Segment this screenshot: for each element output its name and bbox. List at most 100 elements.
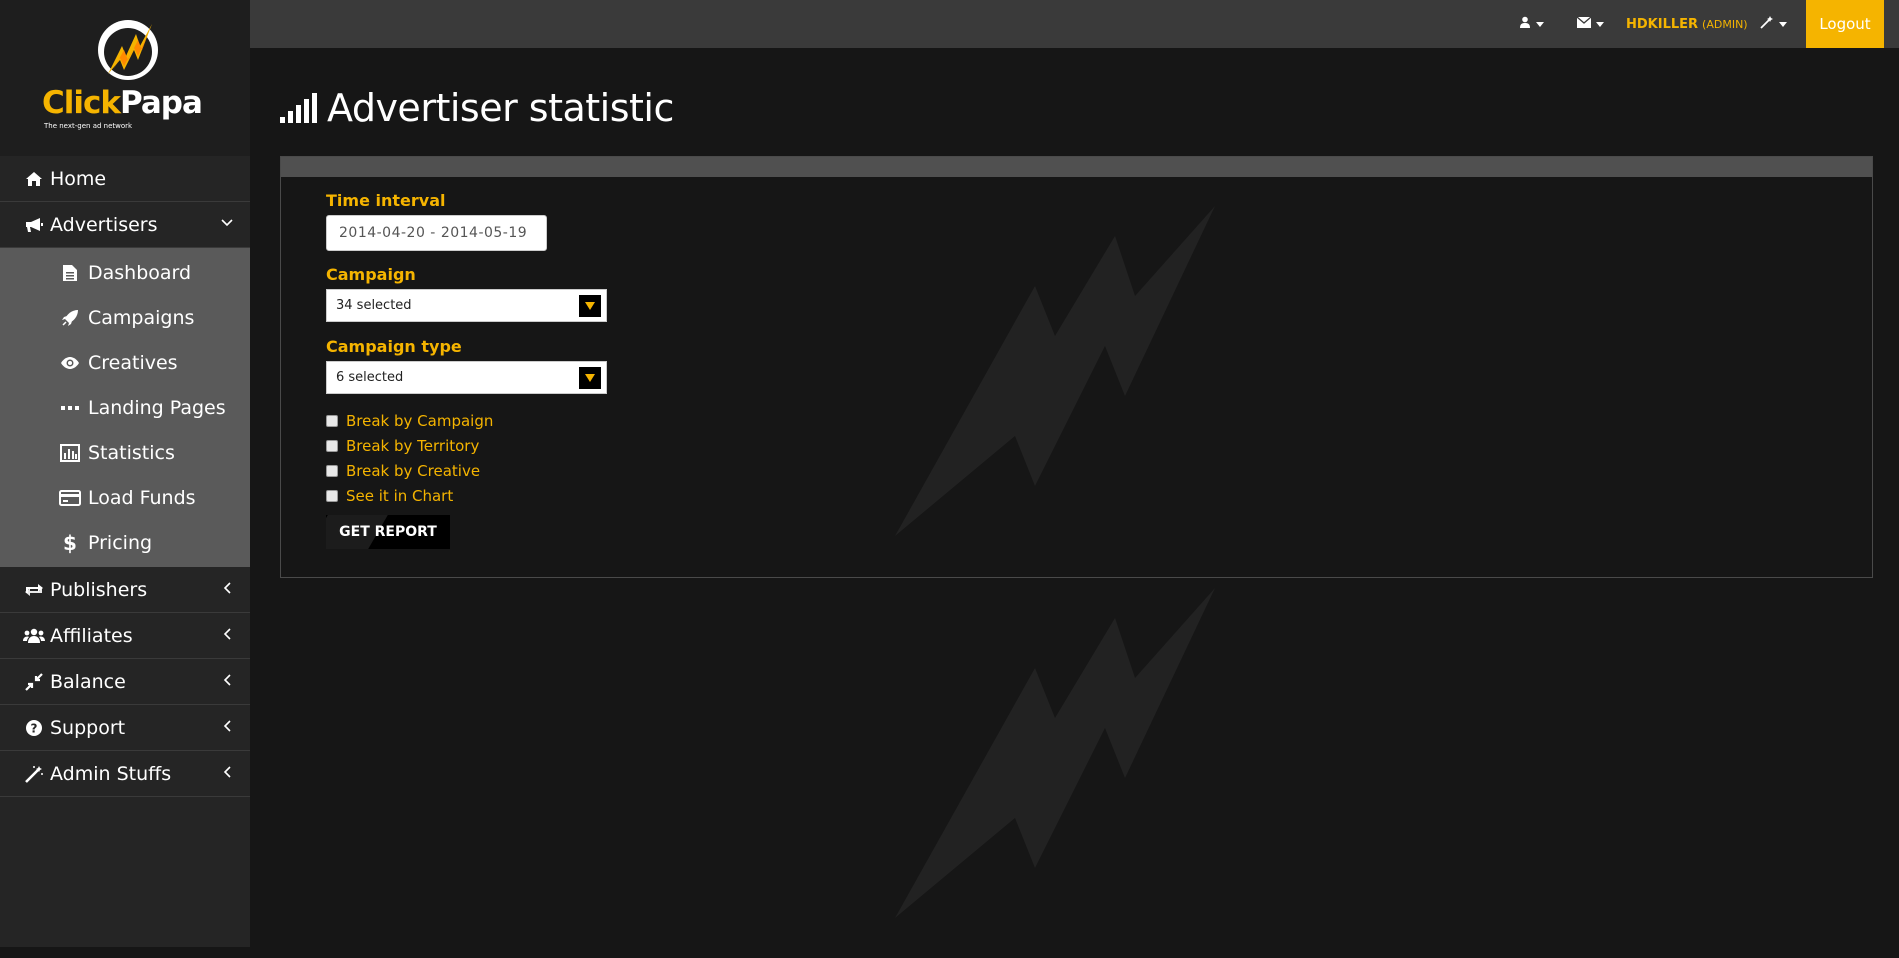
break-by-campaign-checkbox[interactable]: Break by Campaign [326, 412, 493, 430]
logo-tagline: The next-gen ad network [44, 122, 133, 130]
sidebar-nav: Home Advertisers Dashboard Campaigns Cre… [0, 156, 250, 797]
checkbox-input[interactable] [326, 490, 338, 502]
logo[interactable]: ClickPapa The next-gen ad network [0, 0, 250, 156]
compress-icon [22, 672, 46, 692]
chevron-left-icon [220, 627, 234, 641]
user-icon [1519, 16, 1531, 32]
envelope-icon [1576, 16, 1592, 32]
main-content: Advertiser statistic Time interval Campa… [250, 48, 1899, 947]
magic-wand-icon [22, 764, 46, 784]
sidebar-item-label: Statistics [88, 441, 175, 464]
sidebar-item-label: Home [50, 167, 107, 190]
watermark-logo-icon [895, 588, 1215, 918]
rocket-icon [58, 308, 82, 328]
sidebar-item-campaigns[interactable]: Campaigns [0, 295, 250, 340]
sidebar-item-advertisers[interactable]: Advertisers [0, 202, 250, 248]
checkbox-label: Break by Campaign [346, 412, 494, 430]
sidebar-item-label: Balance [50, 670, 126, 693]
campaign-multiselect[interactable]: 34 selected [326, 289, 607, 322]
exchange-icon [22, 580, 46, 600]
sidebar-item-label: Dashboard [88, 261, 192, 284]
top-navbar: HDKILLER (ADMIN) Logout [250, 0, 1899, 48]
svg-text:?: ? [31, 721, 38, 735]
credit-card-icon [58, 488, 82, 508]
user-menu-dropdown[interactable] [1519, 0, 1544, 48]
chevron-left-icon [220, 765, 234, 779]
page-title: Advertiser statistic [327, 86, 674, 130]
campaign-type-select-value: 6 selected [336, 370, 404, 385]
checkbox-label: Break by Creative [346, 462, 481, 480]
admin-tools-dropdown[interactable] [1760, 0, 1787, 48]
logo-wordmark: ClickPapa [42, 85, 203, 121]
caret-down-icon [1536, 21, 1544, 27]
checkbox-input[interactable] [326, 465, 338, 477]
chevron-left-icon [220, 719, 234, 733]
see-in-chart-checkbox[interactable]: See it in Chart [326, 487, 453, 505]
sidebar-item-dashboard[interactable]: Dashboard [0, 250, 250, 295]
report-filter-panel: Time interval Campaign 34 selected Campa… [280, 156, 1873, 578]
sidebar-item-label: Campaigns [88, 306, 195, 329]
campaign-type-label: Campaign type [326, 337, 462, 356]
caret-down-icon [1596, 21, 1604, 27]
caret-down-icon [1779, 21, 1787, 27]
logout-button[interactable]: Logout [1806, 0, 1884, 48]
break-by-territory-checkbox[interactable]: Break by Territory [326, 437, 479, 455]
chevron-down-icon [220, 216, 234, 230]
ellipsis-icon [58, 398, 82, 418]
advertisers-submenu: Dashboard Campaigns Creatives Landing Pa… [0, 248, 250, 567]
checkbox-input[interactable] [326, 440, 338, 452]
sidebar-item-pricing[interactable]: $ Pricing [0, 520, 250, 565]
question-icon: ? [22, 718, 46, 738]
sidebar-item-label: Landing Pages [88, 396, 226, 419]
logo-emblem-icon [98, 20, 158, 80]
sidebar-item-label: Advertisers [50, 213, 158, 236]
messages-dropdown[interactable] [1576, 0, 1604, 48]
user-role: (ADMIN) [1702, 17, 1748, 31]
sidebar-item-label: Load Funds [88, 486, 196, 509]
sidebar-item-publishers[interactable]: Publishers [0, 567, 250, 613]
sidebar: ClickPapa The next-gen ad network Home A… [0, 0, 250, 947]
dropdown-arrow-icon [579, 295, 601, 317]
sidebar-item-affiliates[interactable]: Affiliates [0, 613, 250, 659]
sidebar-item-label: Affiliates [50, 624, 133, 647]
sidebar-item-creatives[interactable]: Creatives [0, 340, 250, 385]
user-name: HDKILLER [1626, 16, 1699, 32]
dollar-icon: $ [63, 530, 77, 555]
user-name-display[interactable]: HDKILLER (ADMIN) [1626, 0, 1748, 48]
sidebar-item-load-funds[interactable]: Load Funds [0, 475, 250, 520]
checkbox-input[interactable] [326, 415, 338, 427]
time-interval-label: Time interval [326, 191, 446, 210]
sidebar-item-label: Publishers [50, 578, 148, 601]
chevron-left-icon [220, 581, 234, 595]
dropdown-arrow-icon [579, 367, 601, 389]
page-header: Advertiser statistic [280, 86, 674, 130]
panel-header-bar [281, 157, 1872, 177]
campaign-type-multiselect[interactable]: 6 selected [326, 361, 607, 394]
magic-wand-icon [1760, 15, 1774, 33]
users-icon [22, 626, 46, 646]
chevron-left-icon [220, 673, 234, 687]
sidebar-item-label: Pricing [88, 531, 153, 554]
get-report-button[interactable]: GET REPORT [326, 515, 450, 549]
checkbox-label: Break by Territory [346, 437, 480, 455]
sidebar-item-support[interactable]: ? Support [0, 705, 250, 751]
bar-chart-icon [58, 443, 82, 463]
time-interval-input[interactable] [326, 215, 547, 251]
break-by-creative-checkbox[interactable]: Break by Creative [326, 462, 480, 480]
checkbox-label: See it in Chart [346, 487, 454, 505]
sidebar-item-home[interactable]: Home [0, 156, 250, 202]
eye-icon [58, 353, 82, 373]
sidebar-item-label: Creatives [88, 351, 178, 374]
sidebar-item-admin-stuffs[interactable]: Admin Stuffs [0, 751, 250, 797]
campaign-label: Campaign [326, 265, 416, 284]
sidebar-item-balance[interactable]: Balance [0, 659, 250, 705]
signal-bars-icon [280, 93, 317, 123]
sidebar-item-label: Admin Stuffs [50, 762, 172, 785]
get-report-label: GET REPORT [339, 524, 437, 540]
sidebar-item-label: Support [50, 716, 126, 739]
sidebar-item-landing-pages[interactable]: Landing Pages [0, 385, 250, 430]
sidebar-item-statistics[interactable]: Statistics [0, 430, 250, 475]
campaign-select-value: 34 selected [336, 298, 412, 313]
document-icon [58, 263, 82, 283]
home-icon [22, 169, 46, 189]
